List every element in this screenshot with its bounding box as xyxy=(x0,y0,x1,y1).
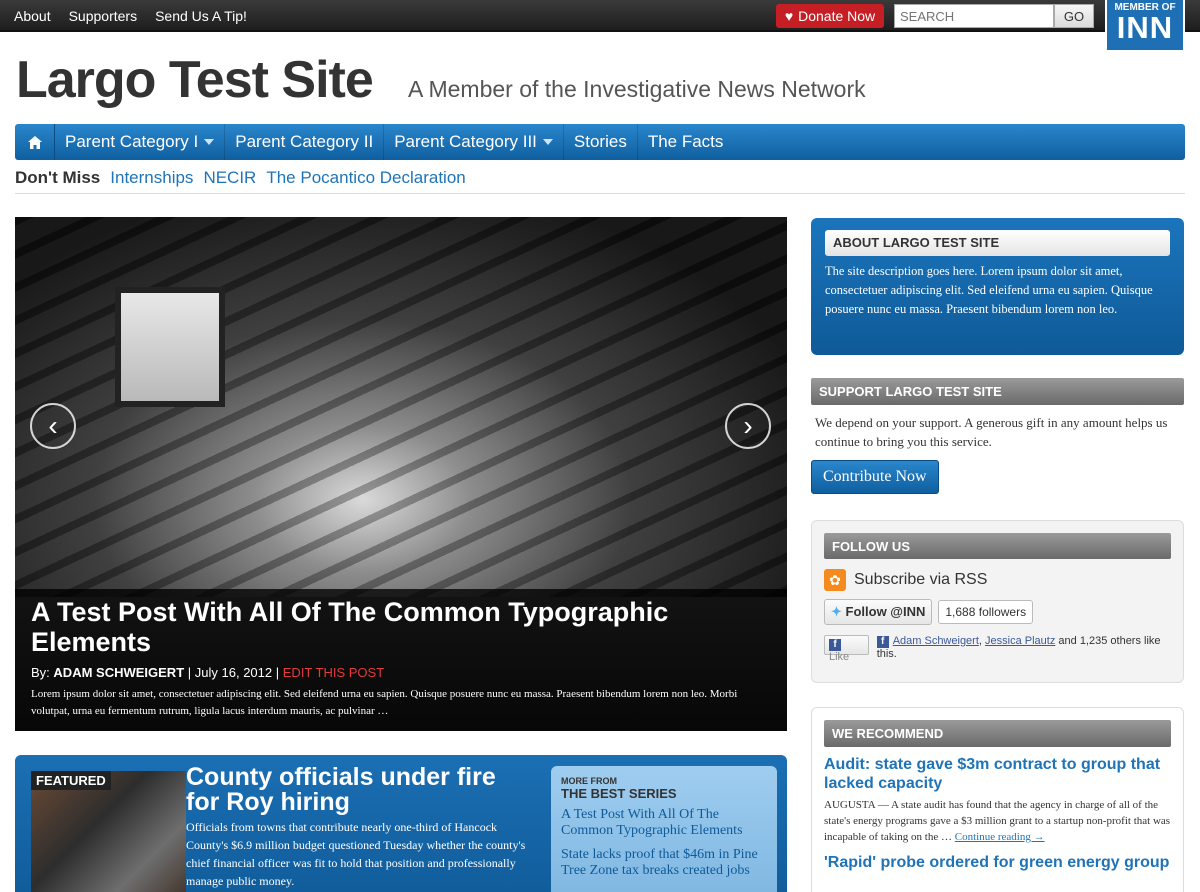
hero-byline: By: ADAM SCHWEIGERT | July 16, 2012 | ED… xyxy=(31,665,771,680)
caret-down-icon xyxy=(542,139,553,145)
twitter-follower-count: 1,688 followers xyxy=(938,600,1034,624)
nav-item-parent-category-3[interactable]: Parent Category III xyxy=(384,124,564,160)
featured-block: FEATURED County officials under fire for… xyxy=(15,755,787,892)
dont-miss-internships-link[interactable]: Internships xyxy=(110,168,193,188)
continue-reading-link[interactable]: Continue reading → xyxy=(955,831,1045,843)
nav-item-label: Parent Category III xyxy=(394,132,537,151)
dont-miss-necir-link[interactable]: NECIR xyxy=(203,168,256,188)
slider-next-icon[interactable]: › xyxy=(725,403,771,449)
follow-widget: FOLLOW US ✿ Subscribe via RSS ✦ Follow @… xyxy=(811,520,1184,683)
edit-post-link[interactable]: EDIT THIS POST xyxy=(283,665,384,680)
about-widget-text: The site description goes here. Lorem ip… xyxy=(825,264,1153,316)
about-link[interactable]: About xyxy=(14,8,51,24)
recommend-widget-title: WE RECOMMEND xyxy=(824,720,1171,747)
author-link[interactable]: ADAM SCHWEIGERT xyxy=(53,665,184,680)
fb-friend-link[interactable]: Adam Schweigert xyxy=(893,635,979,647)
divider xyxy=(15,193,1185,194)
utility-links: About Supporters Send Us A Tip! xyxy=(14,8,247,24)
hero-image-window xyxy=(115,287,225,407)
nav-item-parent-category-1[interactable]: Parent Category I xyxy=(55,124,226,160)
facebook-like-label: Like xyxy=(829,650,850,663)
post-date: July 16, 2012 xyxy=(194,665,273,680)
home-button[interactable] xyxy=(15,124,55,160)
dont-miss-pocantico-link[interactable]: The Pocantico Declaration xyxy=(266,168,465,188)
series-kicker: MORE FROM xyxy=(561,776,617,786)
series-link[interactable]: A Test Post With All Of The Common Typog… xyxy=(561,807,767,839)
search-input[interactable] xyxy=(894,4,1054,28)
home-icon xyxy=(27,135,42,149)
recommend-item-excerpt: AUGUSTA — A state audit has found that t… xyxy=(824,797,1171,845)
site-title[interactable]: Largo Test Site xyxy=(16,50,374,110)
byline-sep: | xyxy=(275,665,280,680)
caret-down-icon xyxy=(204,139,215,145)
facebook-like: fLike f Adam Schweigert, Jessica Plautz a… xyxy=(824,635,1171,663)
hero-caption: A Test Post With All Of The Common Typog… xyxy=(15,589,787,731)
byline-prefix: By: xyxy=(31,665,50,680)
follow-widget-title: FOLLOW US xyxy=(824,533,1171,559)
featured-title[interactable]: County officials under fire for Roy hiri… xyxy=(186,765,526,815)
top-bar: About Supporters Send Us A Tip! ♥ Donate… xyxy=(0,0,1200,52)
nav-item-label: Parent Category II xyxy=(235,132,374,151)
twitter-follow: ✦ Follow @INN 1,688 followers xyxy=(824,599,1171,625)
byline-sep: | xyxy=(187,665,192,680)
dont-miss-bar: Don't Miss Internships NECIR The Pocanti… xyxy=(15,168,466,188)
hero-excerpt: Lorem ipsum dolor sit amet, consectetuer… xyxy=(31,688,738,717)
nav-item-the-facts[interactable]: The Facts xyxy=(638,124,734,160)
facebook-like-button[interactable]: fLike xyxy=(824,635,869,663)
series-link[interactable]: State lacks proof that $46m in Pine Tree… xyxy=(561,847,767,879)
fb-friend-link[interactable]: Jessica Plautz xyxy=(985,635,1055,647)
facebook-icon: f xyxy=(876,635,889,648)
inn-member-badge[interactable]: MEMBER OF INN xyxy=(1105,0,1185,52)
about-widget: ABOUT LARGO TEST SITE The site descripti… xyxy=(811,218,1184,355)
facebook-icon: f xyxy=(829,638,841,651)
nav-item-parent-category-2[interactable]: Parent Category II xyxy=(225,124,385,160)
nav-item-label: Parent Category I xyxy=(65,132,199,151)
nav-item-stories[interactable]: Stories xyxy=(564,124,638,160)
recommend-item-title[interactable]: Audit: state gave $3m contract to group … xyxy=(824,755,1171,793)
series-box: MORE FROM THE BEST SERIES A Test Post Wi… xyxy=(551,766,777,892)
support-widget-title: SUPPORT LARGO TEST SITE xyxy=(811,378,1184,405)
nav-item-label: The Facts xyxy=(647,132,724,151)
rss-link[interactable]: ✿ Subscribe via RSS xyxy=(824,569,1171,591)
dont-miss-label: Don't Miss xyxy=(15,168,101,187)
heart-icon: ♥ xyxy=(784,8,794,24)
twitter-follow-label: Follow @INN xyxy=(845,604,926,619)
inn-badge-logo: INN xyxy=(1116,10,1174,45)
twitter-follow-button[interactable]: ✦ Follow @INN xyxy=(824,599,933,625)
rss-label: Subscribe via RSS xyxy=(854,571,988,588)
send-tip-link[interactable]: Send Us A Tip! xyxy=(155,8,247,24)
featured-excerpt: Officials from towns that contribute nea… xyxy=(186,820,526,888)
about-widget-title: ABOUT LARGO TEST SITE xyxy=(825,230,1170,256)
series-title: THE BEST SERIES xyxy=(561,786,677,801)
support-widget: SUPPORT LARGO TEST SITE We depend on you… xyxy=(811,378,1184,498)
featured-tag: FEATURED xyxy=(31,771,111,790)
supporters-link[interactable]: Supporters xyxy=(69,8,137,24)
site-description: A Member of the Investigative News Netwo… xyxy=(408,76,866,102)
donate-button[interactable]: ♥ Donate Now xyxy=(776,4,884,28)
recommend-widget: WE RECOMMEND Audit: state gave $3m contr… xyxy=(811,707,1184,892)
recommend-item-title[interactable]: 'Rapid' probe ordered for green energy g… xyxy=(824,853,1171,872)
main-navigation: Parent Category I Parent Category II Par… xyxy=(15,124,1185,160)
hero-title[interactable]: A Test Post With All Of The Common Typog… xyxy=(31,597,771,657)
hero-slider[interactable]: ‹ › A Test Post With All Of The Common T… xyxy=(15,217,787,731)
slider-prev-icon[interactable]: ‹ xyxy=(30,403,76,449)
twitter-bird-icon: ✦ xyxy=(831,604,842,619)
donate-label: Donate Now xyxy=(798,8,876,24)
rss-icon: ✿ xyxy=(824,569,846,591)
contribute-button[interactable]: Contribute Now xyxy=(811,460,939,494)
search-go-button[interactable]: GO xyxy=(1054,4,1094,28)
nav-item-label: Stories xyxy=(573,132,627,151)
facebook-like-text: f Adam Schweigert, Jessica Plautz and 1,2… xyxy=(876,635,1161,660)
support-widget-text: We depend on your support. A generous gi… xyxy=(815,415,1168,449)
